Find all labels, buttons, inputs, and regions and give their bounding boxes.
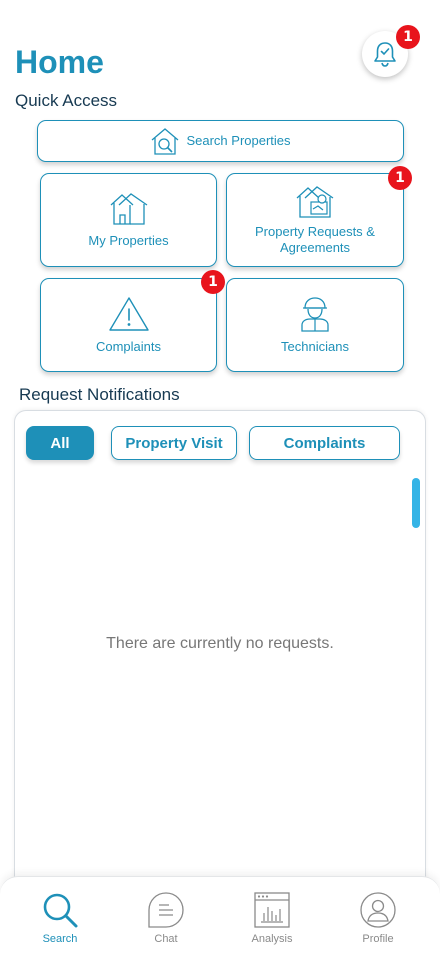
filter-property-visit-chip[interactable]: Property Visit (111, 426, 237, 460)
analysis-icon (254, 892, 290, 928)
property-requests-label: Property Requests & Agreements (255, 224, 375, 255)
property-requests-button[interactable]: Property Requests & Agreements (226, 173, 404, 267)
filter-all-chip[interactable]: All (26, 426, 94, 460)
tab-profile-label: Profile (362, 933, 394, 945)
technicians-label: Technicians (281, 339, 349, 355)
technicians-button[interactable]: Technicians (226, 278, 404, 372)
house-search-icon (152, 128, 179, 155)
tab-chat[interactable]: Chat (126, 891, 206, 945)
search-properties-label: Search Properties (186, 133, 291, 149)
my-properties-button[interactable]: My Properties (40, 173, 217, 267)
tab-search[interactable]: Search (20, 891, 100, 945)
bottom-tab-bar: Search Chat Analysis Profile (0, 876, 440, 956)
notification-count-badge: 1 (396, 25, 420, 49)
bell-icon (374, 42, 396, 67)
complaints-label: Complaints (95, 339, 162, 355)
complaints-badge: 1 (201, 270, 225, 294)
chat-icon (148, 892, 184, 928)
search-properties-button[interactable]: Search Properties (37, 120, 404, 162)
profile-icon (360, 892, 396, 928)
warning-icon (108, 297, 149, 331)
tab-profile[interactable]: Profile (338, 891, 418, 945)
property-requests-badge: 1 (388, 166, 412, 190)
house-agreement-icon (296, 186, 334, 219)
page-title: Home (15, 44, 104, 80)
search-icon (43, 893, 78, 928)
tab-chat-label: Chat (154, 933, 178, 945)
request-notifications-panel: All Property Visit Complaints There are … (14, 410, 426, 890)
technician-icon (301, 297, 329, 332)
tab-analysis-label: Analysis (251, 933, 293, 945)
tab-analysis[interactable]: Analysis (232, 891, 312, 945)
request-notifications-title: Request Notifications (19, 385, 180, 404)
filter-complaints-chip[interactable]: Complaints (249, 426, 400, 460)
houses-icon (110, 193, 147, 225)
empty-state-message: There are currently no requests. (106, 635, 334, 652)
my-properties-label: My Properties (88, 233, 169, 249)
tab-search-label: Search (42, 933, 78, 945)
scrollbar-thumb[interactable] (412, 478, 420, 528)
quick-access-title: Quick Access (15, 91, 118, 110)
complaints-button[interactable]: Complaints (40, 278, 217, 372)
